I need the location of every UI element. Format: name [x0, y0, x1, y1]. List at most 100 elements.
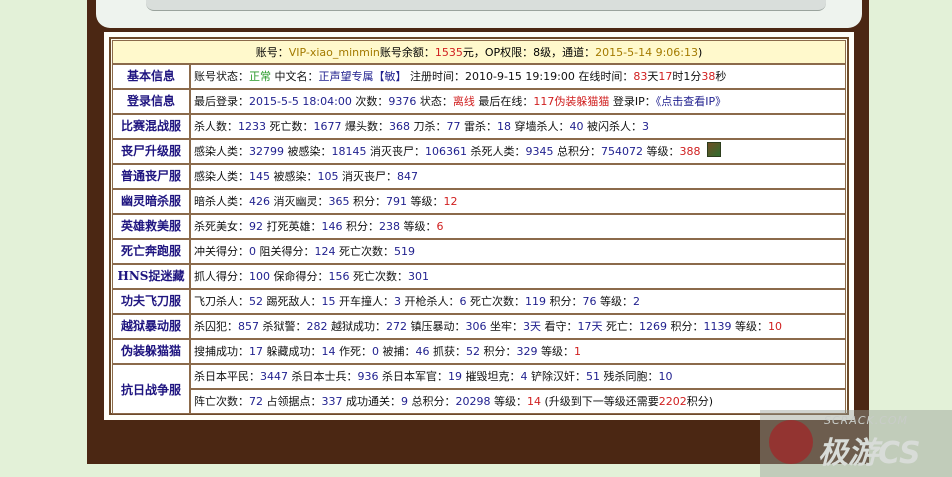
row2-part-3: 1677: [313, 120, 342, 133]
war0-part-8: 铲除汉奸：: [527, 370, 586, 383]
row-values: 杀人数：1233 死亡数：1677 爆头数：368 刀杀：77 雷杀：18 穿墙…: [190, 114, 846, 139]
war0-part-11: 10: [658, 370, 673, 383]
row-label: 丧尸升级服: [112, 139, 190, 164]
row10-part-16: 等级：: [731, 320, 768, 333]
war1-part-7: 20298: [455, 395, 491, 408]
row1-part-3: 9376: [388, 95, 417, 108]
row6-part-2: 打死英雄：: [263, 220, 322, 233]
row9-part-3: 15: [321, 295, 336, 308]
balance-label: 账号余额：: [379, 46, 435, 59]
war1-part-4: 成功通关：: [342, 395, 401, 408]
row10-part-1: 857: [238, 320, 259, 333]
row-label: 基本信息: [112, 64, 190, 89]
row2-part-0: 杀人数：: [194, 120, 238, 133]
row3-part-7: 9345: [525, 145, 554, 158]
row0-part-6: 天: [647, 70, 659, 83]
row2-part-12: 被闪杀人：: [583, 120, 642, 133]
row7-part-5: 519: [394, 245, 415, 258]
row-values: 感染人类：145 被感染：105 消灭丧尸：847: [190, 164, 846, 189]
row0-part-5: 83: [633, 70, 648, 83]
row11-part-7: 46: [415, 345, 430, 358]
row7-part-4: 死亡次数：: [335, 245, 394, 258]
war0-part-3: 936: [357, 370, 379, 383]
row9-part-2: 踢死敌人：: [263, 295, 322, 308]
row10-part-8: 坐牢：: [486, 320, 523, 333]
row4-part-3: 105: [317, 170, 339, 183]
row2-part-11: 40: [569, 120, 584, 133]
row10-part-3: 282: [306, 320, 328, 333]
row9-part-11: 76: [582, 295, 597, 308]
login-ip-link[interactable]: 《点击查看IP》: [656, 95, 726, 108]
balance-value: 1535: [434, 46, 463, 59]
account-label: 账号：: [255, 46, 289, 59]
row9-part-0: 飞刀杀人：: [194, 295, 249, 308]
row-values: 飞刀杀人：52 踢死敌人：15 开车撞人：3 开枪杀人：6 死亡次数：119 积…: [190, 289, 846, 314]
row2-part-10: 穿墙杀人：: [511, 120, 570, 133]
war0-part-0: 杀日本平民：: [194, 370, 260, 383]
row0-part-3: 正声望专属【敏】: [318, 70, 407, 83]
war0-part-6: 摧毁坦克：: [462, 370, 521, 383]
row7-part-3: 124: [314, 245, 336, 258]
war1-part-0: 阵亡次数：: [194, 395, 249, 408]
row9-part-1: 52: [249, 295, 263, 308]
row1-part-4: 状态：: [416, 95, 453, 108]
row3-part-4: 消灭丧尸：: [366, 145, 425, 158]
row11-part-3: 14: [321, 345, 336, 358]
row7-part-2: 阻关得分：: [256, 245, 315, 258]
row0-part-2: 中文名：: [271, 70, 319, 83]
close-paren: ): [698, 46, 703, 59]
row11-part-2: 躲藏成功：: [263, 345, 322, 358]
row6-part-3: 146: [321, 220, 343, 233]
watermark-logo-icon: [769, 420, 813, 464]
row2-part-8: 雷杀：: [460, 120, 497, 133]
row10-part-12: 死亡：: [602, 320, 639, 333]
row5-part-0: 暗杀人类：: [194, 195, 249, 208]
row10-part-17: 10: [768, 320, 782, 333]
row11-part-10: 积分：: [480, 345, 517, 358]
row11-part-0: 搜捕成功：: [194, 345, 249, 358]
row6-part-7: 6: [436, 220, 444, 233]
row5-part-3: 365: [328, 195, 350, 208]
row11-part-5: 0: [372, 345, 379, 358]
row9-part-4: 开车撞人：: [335, 295, 394, 308]
row9-part-10: 积分：: [546, 295, 583, 308]
row11-part-9: 52: [466, 345, 480, 358]
row2-part-9: 18: [497, 120, 511, 133]
row6-part-1: 92: [249, 220, 263, 233]
row-label: 英雄救美服: [112, 214, 190, 239]
row2-part-2: 死亡数：: [266, 120, 314, 133]
row3-part-2: 被感染：: [284, 145, 332, 158]
war-row-values-2: 阵亡次数：72 占领据点：337 成功通关：9 总积分：20298 等级：14 …: [190, 389, 846, 414]
row5-part-1: 426: [249, 195, 270, 208]
row0-part-1: 正常: [249, 70, 271, 83]
op-unit: 级，通道：: [540, 46, 596, 59]
row10-part-11: 17天: [577, 320, 603, 333]
row-label: HNS捉迷藏: [112, 264, 190, 289]
war0-part-1: 3447: [260, 370, 288, 383]
war1-part-3: 337: [321, 395, 343, 408]
row-values: 杀死美女：92 打死英雄：146 积分：238 等级：6: [190, 214, 846, 239]
row10-part-15: 1139: [703, 320, 732, 333]
row3-part-10: 等级：: [643, 145, 680, 158]
row11-part-4: 作死：: [335, 345, 372, 358]
war-row-values-1: 杀日本平民：3447 杀日本士兵：936 杀日本军官：19 摧毁坦克：4 铲除汉…: [190, 364, 846, 389]
row6-part-5: 238: [379, 220, 400, 233]
row11-part-12: 等级：: [537, 345, 574, 358]
row3-part-3: 18145: [331, 145, 367, 158]
row11-part-6: 被捕：: [379, 345, 416, 358]
account-summary-row: 账号：VIP-xiao_minmin账号余额：1535元，OP权限：8级，通道：…: [112, 40, 846, 64]
row8-part-2: 保命得分：: [270, 270, 329, 283]
row-values: 暗杀人类：426 消灭幽灵：365 积分：791 等级：12: [190, 189, 846, 214]
row2-part-4: 爆头数：: [341, 120, 389, 133]
war1-part-5: 9: [401, 395, 408, 408]
row0-part-4: 注册时间：2010-9-15 19:19:00 在线时间：: [406, 70, 634, 83]
row3-part-6: 杀死人类：: [467, 145, 526, 158]
war1-part-12: 积分): [686, 395, 714, 408]
row9-part-6: 开枪杀人：: [401, 295, 460, 308]
row1-part-7: 117伪装躲猫猫: [533, 95, 610, 108]
war1-part-1: 72: [249, 395, 263, 408]
row5-part-2: 消灭幽灵：: [270, 195, 329, 208]
row8-part-5: 301: [408, 270, 429, 283]
row4-part-1: 145: [249, 170, 270, 183]
row8-part-3: 156: [328, 270, 350, 283]
